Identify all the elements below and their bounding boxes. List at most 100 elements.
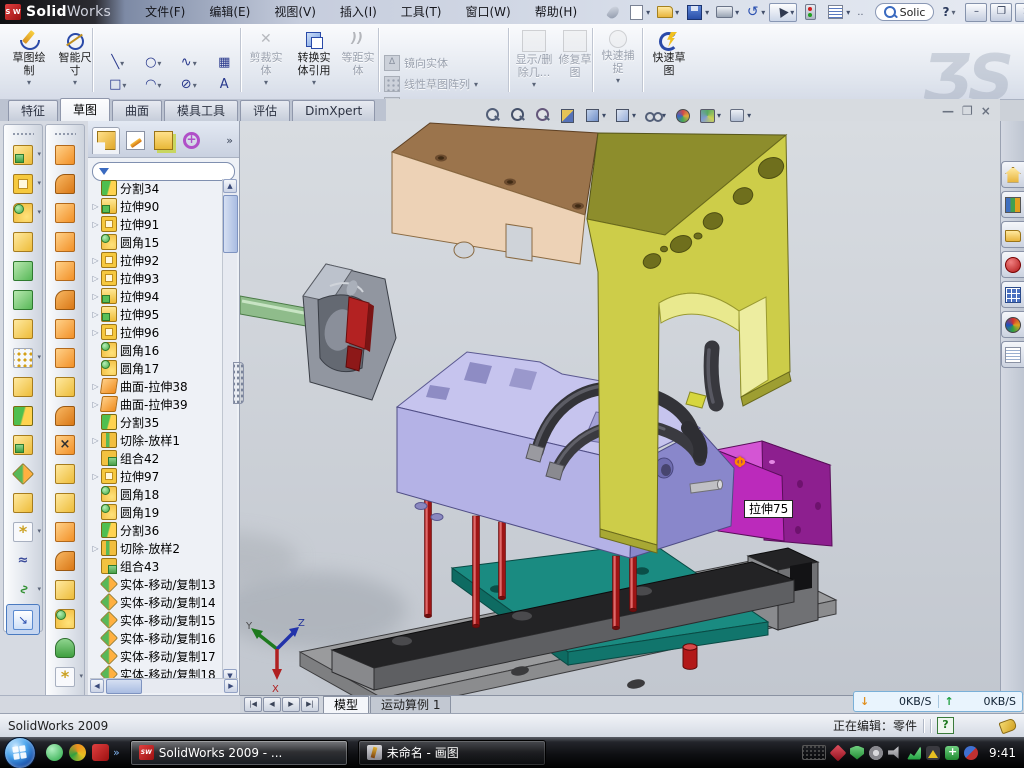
- dropdown-caret-icon[interactable]: ▾: [120, 59, 124, 68]
- tree-item[interactable]: ▷切除-放样1: [90, 431, 224, 449]
- dropdown-caret-icon[interactable]: ▾: [675, 8, 679, 17]
- hide-show-items-button[interactable]: ▾: [642, 106, 667, 124]
- warning-tray-icon[interactable]: [926, 746, 940, 760]
- restore-button[interactable]: ❐: [990, 3, 1012, 22]
- dropdown-caret-icon[interactable]: ▾: [646, 8, 650, 17]
- dropdown-caret-icon[interactable]: ▾: [761, 8, 765, 17]
- doc-close-button[interactable]: ×: [981, 104, 991, 118]
- zoom-to-area-button[interactable]: [507, 106, 527, 124]
- configurationmanager-tab[interactable]: [150, 127, 176, 153]
- apply-scene-button[interactable]: ▾: [697, 106, 722, 124]
- swept-surface-button[interactable]: [46, 140, 84, 169]
- tree-item[interactable]: ▷拉伸97: [90, 467, 224, 485]
- delete-body-button[interactable]: [4, 488, 42, 517]
- undo-button[interactable]: ↺▾: [743, 4, 767, 21]
- tree-item[interactable]: ▷拉伸96: [90, 323, 224, 341]
- open-button[interactable]: ▾: [654, 3, 681, 21]
- boundary-surface-button[interactable]: [46, 256, 84, 285]
- toolbar-grip[interactable]: [12, 132, 34, 137]
- menu-insert[interactable]: 插入(I): [328, 0, 389, 24]
- close-button[interactable]: ×: [1015, 3, 1024, 22]
- sketch-button[interactable]: 草图绘 制 ▾: [6, 27, 52, 98]
- dropdown-caret-icon[interactable]: ▾: [632, 111, 636, 120]
- tab-features[interactable]: 特征: [8, 100, 58, 121]
- toolbar-grip[interactable]: [54, 132, 76, 137]
- design-library-tab[interactable]: [1001, 191, 1024, 218]
- antivirus-tray-icon[interactable]: [830, 744, 847, 761]
- dropdown-caret-icon[interactable]: ▾: [157, 59, 161, 68]
- tab-sketch[interactable]: 草图: [60, 98, 110, 121]
- lofted-surface-button[interactable]: [46, 227, 84, 256]
- quick-snaps-button[interactable]: 快速捕 捉 ▾: [596, 27, 640, 98]
- tag-icon[interactable]: [998, 717, 1017, 734]
- solidworks-search-tab[interactable]: [1001, 251, 1024, 278]
- tree-horizontal-scrollbar[interactable]: ◀ ▶: [90, 678, 238, 693]
- dropdown-caret-icon[interactable]: ▾: [193, 81, 197, 90]
- tab-nav-button-2[interactable]: ▶: [282, 697, 300, 712]
- tab-model[interactable]: 模型: [323, 696, 369, 713]
- start-button[interactable]: [4, 737, 36, 768]
- scrollbar-thumb[interactable]: [106, 679, 142, 694]
- scrollbar-thumb[interactable]: [223, 195, 238, 253]
- defender-tray-icon[interactable]: [850, 746, 864, 760]
- repair-sketch-button[interactable]: 修复草 图: [556, 27, 594, 98]
- display-style-button[interactable]: ▾: [612, 106, 637, 124]
- curves-button[interactable]: [4, 546, 42, 575]
- helix-spiral-button[interactable]: ▾: [4, 575, 42, 604]
- tree-item[interactable]: 组合43: [90, 557, 224, 575]
- dropdown-caret-icon[interactable]: ▾: [157, 81, 161, 90]
- tab-evaluate[interactable]: 评估: [240, 100, 290, 121]
- tree-item[interactable]: ▷曲面-拉伸38: [90, 377, 224, 395]
- expander-icon[interactable]: ▷: [90, 202, 101, 211]
- dropdown-caret-icon[interactable]: ▾: [312, 78, 316, 87]
- menu-window[interactable]: 窗口(W): [454, 0, 523, 24]
- dropdown-caret-icon[interactable]: ▾: [79, 672, 83, 680]
- expander-icon[interactable]: ▷: [90, 436, 101, 445]
- tree-vertical-scrollbar[interactable]: ▲ ▼: [222, 179, 237, 683]
- taskbar-clock[interactable]: 9:41: [989, 746, 1016, 760]
- tree-item[interactable]: 分割35: [90, 413, 224, 431]
- tree-item[interactable]: 圆角16: [90, 341, 224, 359]
- linear-sketch-pattern-button[interactable]: 线性草图阵列 ▾: [384, 74, 478, 94]
- expander-icon[interactable]: ▷: [90, 220, 101, 229]
- move-copy-body-button[interactable]: [4, 459, 42, 488]
- dropdown-caret-icon[interactable]: ▾: [790, 8, 794, 17]
- tree-item[interactable]: 组合42: [90, 449, 224, 467]
- dropdown-caret-icon[interactable]: ▾: [735, 8, 739, 17]
- reference-geometry-button[interactable]: ▾: [4, 517, 42, 546]
- toolbar-overflow-button[interactable]: ..: [854, 7, 866, 18]
- tree-item[interactable]: ▷拉伸93: [90, 269, 224, 287]
- untrim-surface-button[interactable]: [46, 488, 84, 517]
- dropdown-caret-icon[interactable]: ▾: [846, 8, 850, 17]
- language-keyboard-icon[interactable]: [802, 745, 826, 760]
- dropdown-caret-icon[interactable]: ▾: [73, 78, 77, 87]
- tree-item[interactable]: 实体-移动/复制13: [90, 575, 224, 593]
- display-delete-relations-button[interactable]: 显示/删 除几... ▾: [512, 27, 556, 98]
- solidworks-resources-tab[interactable]: [1001, 161, 1024, 188]
- trim-entities-button[interactable]: 剪裁实 体 ▾: [244, 27, 288, 98]
- dropdown-caret-icon[interactable]: ▾: [193, 59, 197, 68]
- dropdown-caret-icon[interactable]: ▾: [37, 208, 41, 216]
- tab-surfaces[interactable]: 曲面: [112, 100, 162, 121]
- new-document-button[interactable]: ▾: [626, 4, 652, 21]
- extruded-boss-button[interactable]: ▾: [4, 140, 42, 169]
- arc-tool[interactable]: ◠▾: [136, 74, 172, 96]
- edit-appearance-button[interactable]: [672, 106, 692, 124]
- tab-motion-study[interactable]: 运动算例 1: [370, 696, 451, 713]
- dropdown-caret-icon[interactable]: ▾: [27, 78, 31, 87]
- surface-reference-geometry-button[interactable]: ▾: [46, 662, 84, 691]
- menu-view[interactable]: 视图(V): [262, 0, 328, 24]
- planar-surface-button[interactable]: [46, 314, 84, 343]
- graphics-viewport[interactable]: Y Z X Φ 拉伸75: [240, 121, 1000, 695]
- file-explorer-tab[interactable]: [1001, 221, 1024, 248]
- taskbar-button-paint[interactable]: 未命名 - 画图: [358, 740, 546, 766]
- expander-icon[interactable]: ▷: [90, 292, 101, 301]
- convert-entities-button[interactable]: 转换实 体引用 ▾: [290, 27, 338, 98]
- tree-item[interactable]: ▷曲面-拉伸39: [90, 395, 224, 413]
- tab-dimxpert[interactable]: DimXpert: [292, 100, 375, 121]
- save-button[interactable]: ▾: [683, 4, 711, 21]
- sketch-pattern-tool[interactable]: ▦: [207, 52, 243, 74]
- expander-icon[interactable]: ▷: [90, 274, 101, 283]
- panel-more-button[interactable]: »: [226, 134, 237, 147]
- network-tray-icon[interactable]: [907, 746, 921, 760]
